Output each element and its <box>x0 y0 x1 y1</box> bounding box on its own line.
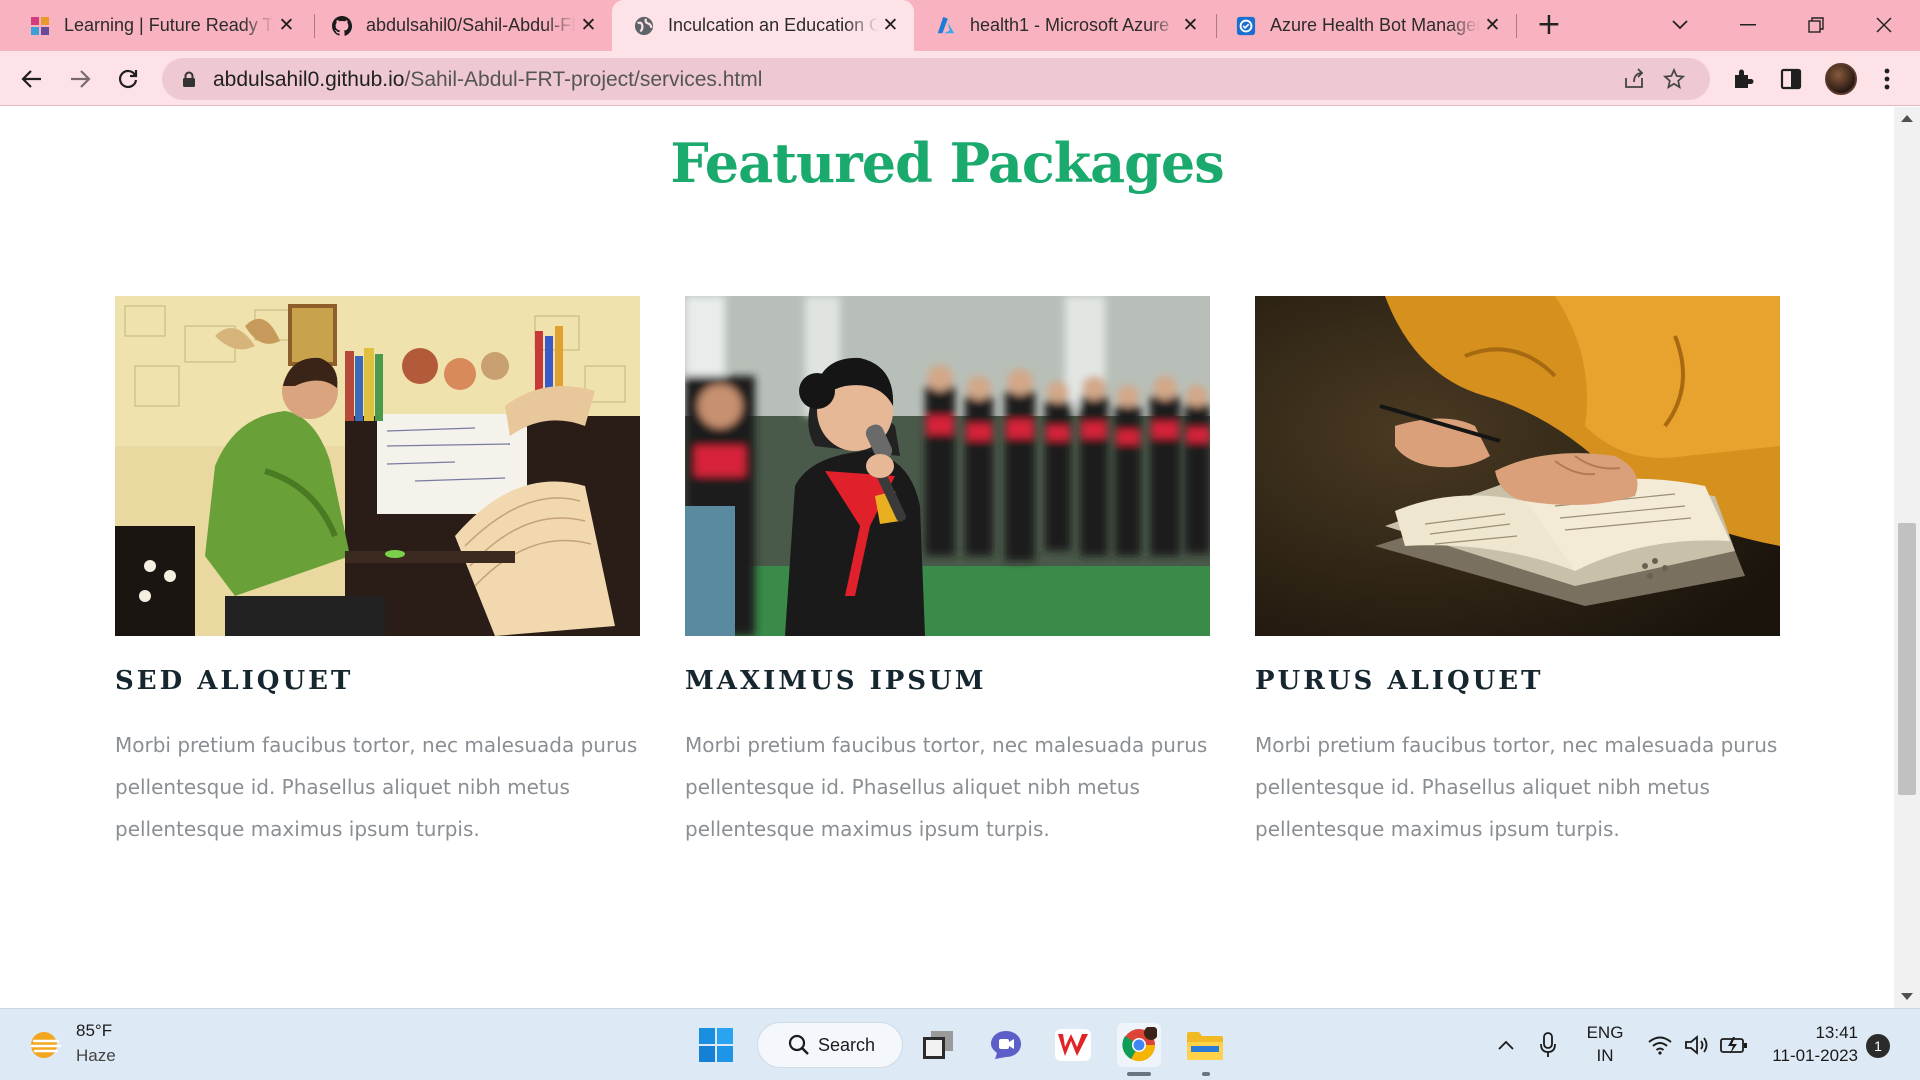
hand-writing-in-book-photo <box>1255 296 1780 636</box>
url-text: abdulsahil0.github.io/Sahil-Abdul-FRT-pr… <box>213 68 762 92</box>
windows-start-button[interactable] <box>694 1023 738 1067</box>
task-view-icon <box>923 1031 953 1059</box>
azure-icon <box>936 16 956 36</box>
share-icon[interactable] <box>1622 67 1646 91</box>
chevron-up-icon <box>1498 1040 1514 1050</box>
card-description: Morbi pretium faucibus tortor, nec males… <box>685 733 1208 841</box>
scroll-up-arrow[interactable] <box>1901 115 1913 122</box>
clock-time[interactable]: 13:41 <box>1758 1023 1858 1043</box>
language-code[interactable]: ENG <box>1578 1023 1632 1043</box>
url-domain: abdulsahil0.github.io <box>213 68 405 91</box>
bookmark-star-icon[interactable] <box>1662 67 1686 91</box>
clock-date[interactable]: 11-01-2023 <box>1748 1046 1858 1066</box>
health-bot-icon <box>1236 16 1256 36</box>
side-panel-icon[interactable] <box>1778 66 1804 92</box>
weather-temperature[interactable]: 85°F <box>76 1021 112 1041</box>
tab-azure[interactable]: health1 - Microsoft Azure ✕ <box>914 0 1214 51</box>
url-path: /Sahil-Abdul-FRT-project/services.html <box>404 68 763 91</box>
section-title: Featured Packages <box>670 131 1224 195</box>
lock-icon <box>183 71 195 87</box>
notification-badge[interactable]: 1 <box>1866 1034 1890 1058</box>
girl-speaking-into-microphone-photo <box>685 296 1210 636</box>
page-scrollbar[interactable] <box>1894 107 1920 1008</box>
close-window-button[interactable] <box>1864 8 1904 42</box>
chrome-icon <box>1122 1027 1157 1062</box>
package-card: SED ALIQUET Morbi pretium faucibus torto… <box>115 296 640 850</box>
restore-button[interactable] <box>1796 8 1836 42</box>
search-label: Search <box>818 1035 876 1055</box>
reload-button[interactable] <box>112 63 144 95</box>
wps-office-icon <box>1055 1029 1091 1061</box>
github-icon <box>332 15 352 36</box>
tab-future-ready[interactable]: Learning | Future Ready Talent ✕ <box>8 0 310 51</box>
close-icon[interactable]: ✕ <box>579 16 598 35</box>
windows-taskbar: 85°F Haze Search ENG IN 13:41 11-01-2023 <box>0 1008 1920 1080</box>
close-icon[interactable]: ✕ <box>277 16 296 35</box>
new-tab-button[interactable]: + <box>1534 10 1564 40</box>
more-menu-icon[interactable] <box>1874 66 1900 92</box>
restore-icon <box>1808 17 1824 33</box>
wps-office-button[interactable] <box>1051 1023 1095 1067</box>
extensions-puzzle-icon[interactable] <box>1730 66 1756 92</box>
running-indicator <box>1202 1072 1210 1076</box>
chrome-taskbar-button[interactable] <box>1117 1023 1161 1067</box>
scroll-down-arrow[interactable] <box>1901 993 1913 1000</box>
card-heading: SED ALIQUET <box>115 666 354 696</box>
close-icon[interactable]: ✕ <box>881 16 900 35</box>
address-bar[interactable]: abdulsahil0.github.io/Sahil-Abdul-FRT-pr… <box>162 58 1710 100</box>
tab-divider <box>1516 14 1517 38</box>
weather-condition[interactable]: Haze <box>76 1046 116 1066</box>
tab-title: health1 - Microsoft Azure <box>970 15 1170 35</box>
package-card: PURUS ALIQUET Morbi pretium faucibus tor… <box>1255 296 1780 850</box>
scroll-thumb[interactable] <box>1898 523 1916 795</box>
close-icon[interactable]: ✕ <box>1483 16 1502 35</box>
tab-title: abdulsahil0/Sahil-Abdul-FRT-project <box>366 15 576 35</box>
folder-icon <box>1187 1032 1223 1060</box>
page-viewport: Featured Packages SED ALIQUET Morbi pret… <box>0 107 1894 975</box>
arrow-left-icon <box>21 70 41 88</box>
arrow-right-icon <box>71 70 91 88</box>
back-button[interactable] <box>16 63 48 95</box>
tab-health-bot[interactable]: Azure Health Bot Management ✕ <box>1214 0 1516 51</box>
globe-icon <box>634 16 654 36</box>
profile-avatar[interactable] <box>1825 63 1857 95</box>
tab-strip: Learning | Future Ready Talent ✕ abdulsa… <box>0 0 1920 51</box>
tab-title: Learning | Future Ready Talent <box>64 15 274 35</box>
tab-title: Azure Health Bot Management <box>1270 15 1480 35</box>
card-description: Morbi pretium faucibus tortor, nec males… <box>115 733 638 841</box>
task-view-button[interactable] <box>916 1023 960 1067</box>
weather-haze-icon[interactable] <box>28 1027 64 1063</box>
show-hidden-icons-button[interactable] <box>1484 1023 1528 1067</box>
reload-icon <box>118 69 138 89</box>
close-icon[interactable]: ✕ <box>1181 16 1200 35</box>
running-indicator <box>1127 1072 1151 1076</box>
teams-chat-button[interactable] <box>984 1023 1028 1067</box>
forward-button[interactable] <box>64 63 96 95</box>
package-card: MAXIMUS IPSUM Morbi pretium faucibus tor… <box>685 296 1210 850</box>
tab-inculcation-active[interactable]: Inculcation an Education Online ✕ <box>612 0 914 51</box>
language-region[interactable]: IN <box>1578 1046 1632 1066</box>
tab-search-button[interactable] <box>1660 8 1700 42</box>
taskbar-search[interactable]: Search <box>757 1022 903 1068</box>
minimize-icon <box>1740 24 1756 26</box>
microphone-icon <box>1540 1032 1556 1057</box>
future-ready-favicon <box>30 16 50 36</box>
browser-toolbar: abdulsahil0.github.io/Sahil-Abdul-FRT-pr… <box>0 51 1920 106</box>
minimize-button[interactable] <box>1728 8 1768 42</box>
search-icon <box>788 1034 809 1055</box>
student-studying-with-books-photo <box>115 296 640 636</box>
chevron-down-icon <box>1672 20 1688 30</box>
tab-title: Inculcation an Education Online <box>668 15 878 35</box>
card-heading: PURUS ALIQUET <box>1255 666 1544 696</box>
tab-github[interactable]: abdulsahil0/Sahil-Abdul-FRT-project ✕ <box>310 0 612 51</box>
card-heading: MAXIMUS IPSUM <box>685 666 987 696</box>
chat-icon <box>991 1031 1021 1059</box>
windows-logo-icon <box>699 1028 733 1062</box>
microphone-button[interactable] <box>1526 1023 1570 1067</box>
file-explorer-button[interactable] <box>1183 1023 1227 1067</box>
close-icon <box>1876 17 1892 33</box>
card-description: Morbi pretium faucibus tortor, nec males… <box>1255 733 1778 841</box>
